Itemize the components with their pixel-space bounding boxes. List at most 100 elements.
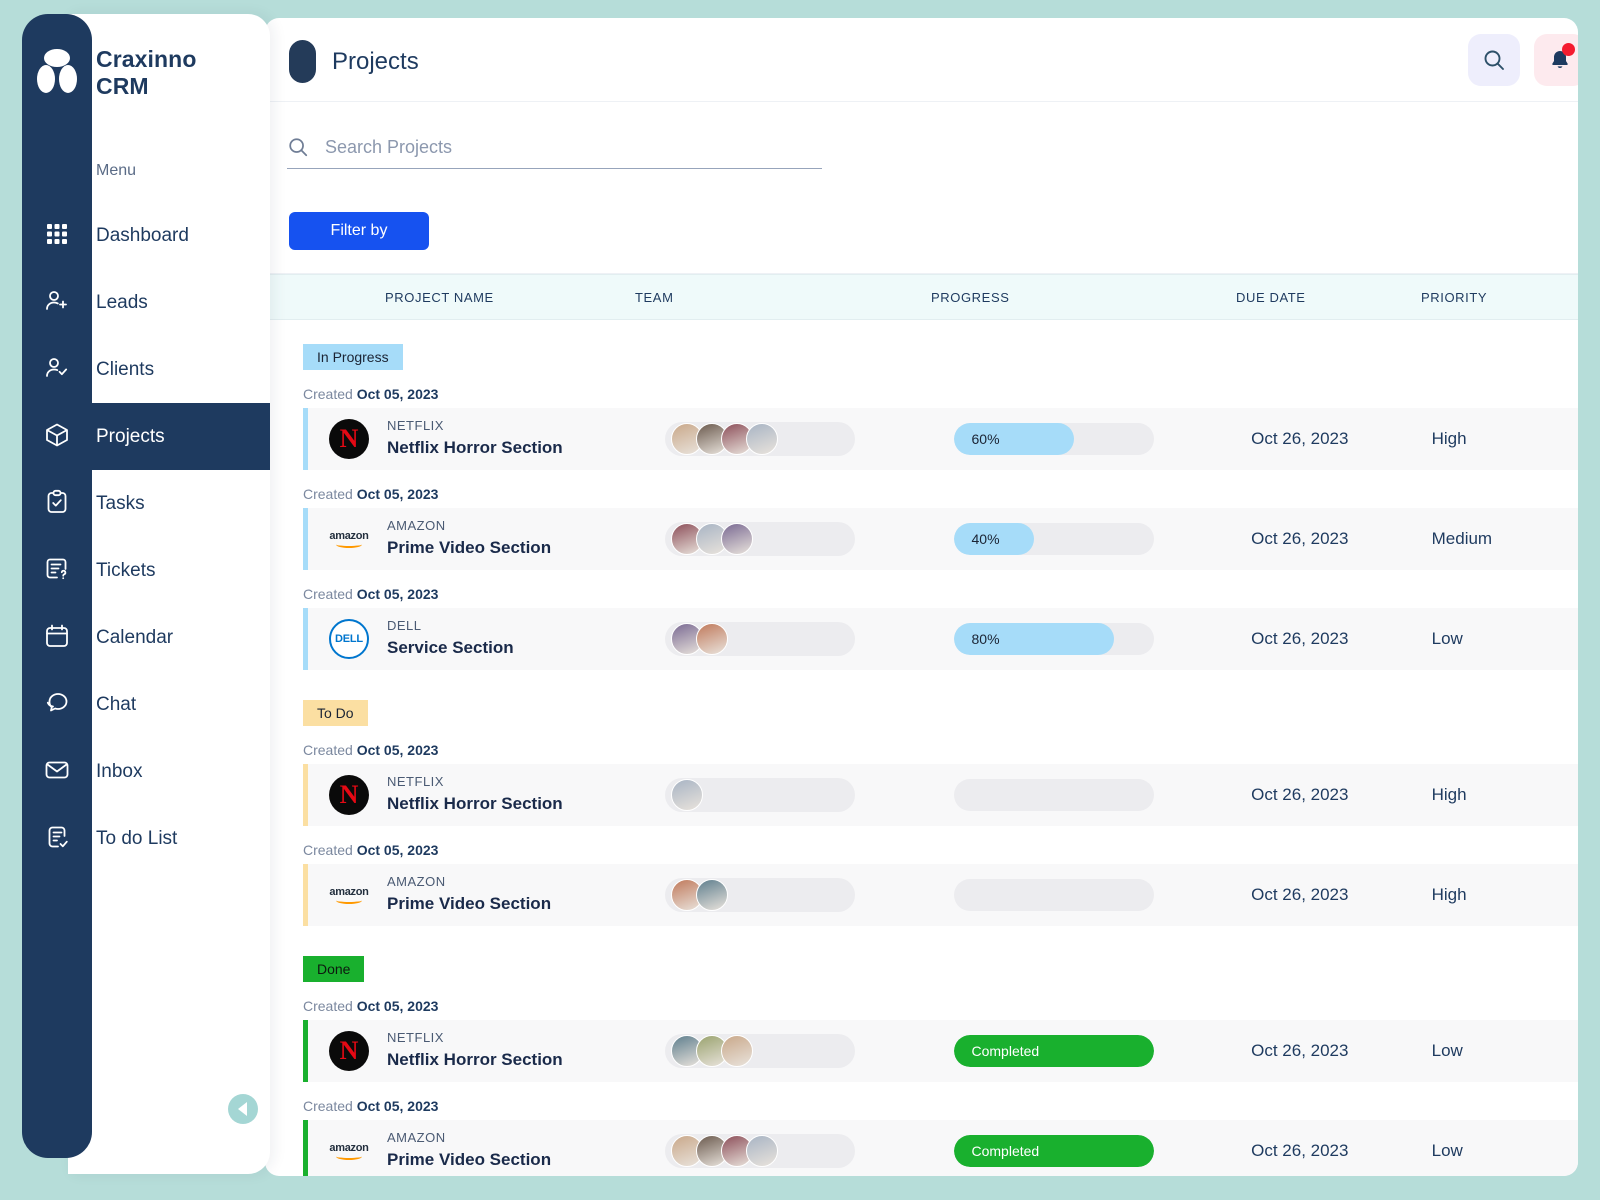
avatar — [695, 879, 728, 911]
avatar — [720, 1035, 753, 1067]
column-header-team: TEAM — [635, 289, 674, 305]
table-row[interactable]: N NETFLIX Netflix Horror Section Completed O… — [303, 1020, 1578, 1082]
column-header-priority: PRIORITY — [1421, 289, 1488, 305]
cell-project-name: amazon AMAZON Prime Video Section — [303, 1129, 665, 1172]
box-icon[interactable] — [22, 401, 92, 468]
created-prefix: Created — [303, 1098, 357, 1114]
sidebar-item-calendar[interactable]: Calendar — [68, 604, 270, 671]
netflix-logo-icon: N — [329, 418, 369, 459]
sidebar-item-clients[interactable]: Clients — [68, 336, 270, 403]
team-avatar-stack[interactable] — [664, 1034, 855, 1068]
project-title: Netflix Horror Section — [387, 794, 563, 814]
sidebar-item-leads[interactable]: Leads — [68, 269, 270, 336]
sidebar-item-tickets[interactable]: Tickets — [68, 537, 270, 604]
sidebar-collapse-button[interactable] — [228, 1094, 258, 1124]
sidebar-item-chat[interactable]: Chat — [68, 671, 270, 738]
notification-badge-dot — [1562, 43, 1575, 56]
avatar — [745, 423, 778, 455]
amazon-logo-icon: amazon — [329, 1131, 369, 1171]
sidebar-item-projects[interactable]: Projects — [68, 403, 270, 470]
team-avatar-stack[interactable] — [664, 622, 855, 656]
status-badge: To Do — [303, 700, 368, 726]
table-row[interactable]: N NETFLIX Netflix Horror Section 60% Oct 26,… — [303, 408, 1578, 470]
column-header-progress: PROGRESS — [931, 289, 1010, 305]
table-row[interactable]: DELL DELL Service Section 80% Oct 26, 2023 Lo… — [303, 608, 1578, 670]
cell-priority: Low — [1431, 1041, 1463, 1060]
sidebar-item-label: Tickets — [96, 559, 156, 581]
clipboard-check-icon[interactable] — [22, 468, 92, 535]
user-plus-icon[interactable] — [22, 267, 92, 334]
company-label: NETFLIX — [387, 1030, 444, 1046]
team-avatar-stack[interactable] — [664, 522, 855, 556]
sidebar-item-dashboard[interactable]: Dashboard — [68, 202, 270, 269]
row-status-accent — [303, 508, 308, 570]
chat-bubbles-icon[interactable] — [22, 669, 92, 736]
created-prefix: Created — [303, 998, 357, 1014]
progress-fill: Completed — [953, 1035, 1154, 1067]
team-avatar-stack[interactable] — [664, 1134, 855, 1168]
status-group-in-progress: In Progress Created Oct 05, 2023 N NETFLIX N… — [265, 320, 1578, 676]
cell-project-name: N NETFLIX Netflix Horror Section — [303, 1029, 665, 1072]
list-check-icon[interactable] — [22, 803, 92, 870]
team-avatar-stack[interactable] — [664, 422, 855, 456]
progress-fill: 60% — [953, 423, 1074, 455]
table-row[interactable]: amazon AMAZON Prime Video Section Oct 26, 2… — [303, 864, 1578, 926]
sidebar-item-inbox[interactable]: Inbox — [68, 738, 270, 805]
ticket-question-icon[interactable] — [22, 535, 92, 602]
status-badge: In Progress — [303, 344, 403, 370]
progress-fill: 80% — [953, 623, 1114, 655]
row-status-accent — [303, 864, 308, 926]
cell-due-date: Oct 26, 2023 — [1251, 785, 1349, 804]
search-icon — [289, 138, 308, 157]
project-title: Prime Video Section — [387, 1150, 552, 1170]
header-notification-button[interactable] — [1534, 34, 1578, 86]
table-row[interactable]: amazon AMAZON Prime Video Section Completed… — [303, 1120, 1578, 1176]
search-projects-row — [287, 136, 822, 169]
search-icon — [1484, 50, 1504, 70]
project-name-text: NETFLIX Netflix Horror Section — [387, 1029, 563, 1072]
cell-team — [664, 1034, 954, 1068]
table-row[interactable]: N NETFLIX Netflix Horror Section Oct 26, 20… — [303, 764, 1578, 826]
sidebar-item-label: Tasks — [96, 492, 145, 514]
sidebar-item-label: Dashboard — [96, 224, 189, 246]
created-date-label: Created Oct 05, 2023 — [303, 386, 1578, 402]
status-badge: Done — [303, 956, 365, 982]
cell-team — [664, 778, 954, 812]
avatar — [670, 779, 703, 811]
cell-priority: High — [1431, 885, 1467, 904]
search-input[interactable] — [325, 136, 822, 158]
cell-due-date: Oct 26, 2023 — [1251, 429, 1349, 448]
project-name-text: DELL Service Section — [387, 617, 514, 660]
sidebar-item-tasks[interactable]: Tasks — [68, 470, 270, 537]
table-row[interactable]: amazon AMAZON Prime Video Section 40% Oct 26… — [303, 508, 1578, 570]
page-header: Projects — [265, 18, 1578, 102]
sidebar-item-label: Inbox — [96, 760, 143, 782]
cell-progress: 60% — [953, 423, 1252, 455]
cell-priority: Medium — [1431, 529, 1493, 548]
status-group-to-do: To Do Created Oct 05, 2023 N NETFLIX Netflix… — [265, 676, 1578, 932]
project-name-text: NETFLIX Netflix Horror Section — [387, 417, 563, 460]
header-actions — [1468, 34, 1578, 86]
filter-by-button[interactable]: Filter by — [289, 212, 429, 250]
sidebar-item-to-do-list[interactable]: To do List — [68, 805, 270, 872]
progress-bar: Completed — [953, 1135, 1154, 1167]
row-status-accent — [303, 1120, 308, 1176]
column-header-due-date: DUE DATE — [1236, 289, 1306, 305]
created-date-value: Oct 05, 2023 — [356, 1098, 439, 1114]
user-check-icon[interactable] — [22, 334, 92, 401]
sidebar-menu-list: Dashboard Leads Clients Projects Tasks Ticket… — [68, 202, 270, 872]
avatar — [720, 523, 753, 555]
company-label: AMAZON — [387, 1130, 446, 1146]
header-search-button[interactable] — [1468, 34, 1520, 86]
sidebar-item-label: Chat — [96, 693, 137, 715]
envelope-icon[interactable] — [22, 736, 92, 803]
team-avatar-stack[interactable] — [664, 778, 855, 812]
team-avatar-stack[interactable] — [664, 878, 855, 912]
cell-progress — [953, 879, 1252, 911]
cell-team — [664, 422, 954, 456]
menu-section-label: Menu — [96, 162, 137, 179]
grid-icon[interactable] — [22, 200, 92, 267]
avatar — [695, 623, 728, 655]
cell-team — [664, 522, 954, 556]
calendar-icon[interactable] — [22, 602, 92, 669]
